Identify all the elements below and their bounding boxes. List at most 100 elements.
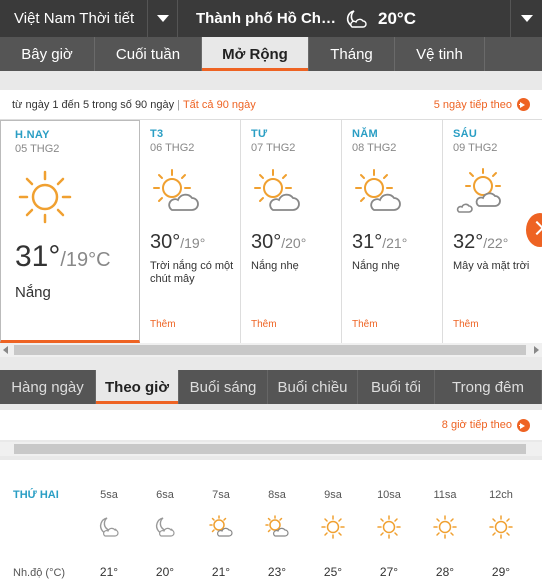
next-hours-link[interactable]: 8 giờ tiếp theo <box>0 410 542 440</box>
hourly-scrollbar[interactable] <box>0 442 542 456</box>
city-selector[interactable]: Thành phố Hồ Chí ... 20°C <box>178 0 510 37</box>
hourly-tabs: Hàng ngày Theo giờ Buổi sáng Buổi chiều … <box>0 370 542 404</box>
city-name: Thành phố Hồ Chí ... <box>196 10 336 27</box>
tab-label: Vệ tinh <box>416 45 463 63</box>
divider: | <box>177 98 180 111</box>
tab-label: Buổi sáng <box>189 378 257 396</box>
sun-cloud-icon <box>264 514 290 540</box>
hourly-day-label: THỨ HAI <box>13 489 59 501</box>
high-temp: 31° <box>352 231 383 253</box>
hour-temperature: 27° <box>379 565 399 579</box>
moon-cloud-icon <box>152 514 178 540</box>
tab-afternoon[interactable]: Buổi chiều <box>268 370 358 404</box>
scrollbar-thumb[interactable] <box>14 444 526 454</box>
tab-label: Tháng <box>330 45 373 63</box>
tab-now[interactable]: Bây giờ <box>0 37 95 71</box>
tab-label: Theo giờ <box>105 378 169 396</box>
hour-time: 9sa <box>324 489 342 501</box>
scrollbar-thumb[interactable] <box>14 345 526 355</box>
region-label: Việt Nam Thời tiết <box>14 10 135 27</box>
tab-weekend[interactable]: Cuối tuần <box>95 37 202 71</box>
all-days-link[interactable]: Tất cả 90 ngày <box>183 99 256 111</box>
more-link[interactable]: Thêm <box>150 319 176 330</box>
day-name: TƯ <box>251 128 268 140</box>
tab-evening[interactable]: Buổi tối <box>358 370 435 404</box>
day-temperatures: 31°/19°C <box>15 240 139 274</box>
low-temp: /20° <box>281 235 307 251</box>
scroll-left-icon[interactable] <box>3 346 8 354</box>
more-link[interactable]: Thêm <box>251 319 277 330</box>
more-link[interactable]: Thêm <box>453 319 479 330</box>
low-temp: /19° <box>180 235 206 251</box>
region-selector[interactable]: Việt Nam Thời tiết <box>0 0 148 37</box>
day-card[interactable]: NĂM 08 THG2 31°/21° Nắng nhẹ Thêm <box>342 120 443 343</box>
low-temp: /22° <box>483 235 509 251</box>
day-card[interactable]: TƯ 07 THG2 30°/20° Nắng nhẹ Thêm <box>241 120 342 343</box>
day-card-today[interactable]: H.NAY 05 THG2 31°/19°C Nắng <box>0 120 140 343</box>
sun-icon <box>432 514 458 540</box>
tab-label: Buổi tối <box>370 378 422 396</box>
high-temp: 31° <box>15 240 61 273</box>
day-description: Nắng nhẹ <box>251 260 299 272</box>
day-temperatures: 31°/21° <box>352 231 442 254</box>
day-description: Trời nắng có một chút mây <box>150 260 234 285</box>
tab-month[interactable]: Tháng <box>309 37 395 71</box>
more-link[interactable]: Thêm <box>352 319 378 330</box>
sun-cloud-icon <box>208 514 234 540</box>
tab-label: Buổi chiều <box>277 378 348 396</box>
city-dropdown-button[interactable] <box>510 0 542 37</box>
tab-label: Cuối tuần <box>115 45 181 63</box>
range-text: từ ngày 1 đến 5 trong số 90 ngày <box>12 98 175 111</box>
sun-cloud-icon <box>456 168 501 213</box>
hour-temperature: 23° <box>267 565 287 579</box>
tab-extended[interactable]: Mở Rộng <box>202 37 309 71</box>
day-name: H.NAY <box>15 129 50 141</box>
tab-hourly[interactable]: Theo giờ <box>96 370 179 404</box>
tab-label: Bây giờ <box>21 45 73 63</box>
tab-morning[interactable]: Buổi sáng <box>179 370 268 404</box>
scroll-right-icon[interactable] <box>534 346 539 354</box>
region-dropdown-button[interactable] <box>148 0 178 37</box>
daily-scrollbar[interactable] <box>0 343 542 357</box>
hour-time: 12ch <box>489 489 513 501</box>
day-card[interactable]: T3 06 THG2 30°/19° Trời nắng có một chút… <box>140 120 241 343</box>
temperature-row-label: Nh.độ (°C) <box>13 567 66 579</box>
caret-down-icon <box>156 15 169 22</box>
next-days-label: 5 ngày tiếp theo <box>433 98 512 111</box>
daily-forecast-strip: H.NAY 05 THG2 31°/19°C Nắng T3 06 THG2 3… <box>0 120 542 343</box>
hour-temperature: 20° <box>155 565 175 579</box>
tab-daily[interactable]: Hàng ngày <box>0 370 96 404</box>
high-temp: 30° <box>150 231 181 253</box>
sun-icon <box>18 170 72 224</box>
tab-label: Mở Rộng <box>222 45 288 63</box>
moon-cloud-icon <box>346 9 367 28</box>
day-date: 09 THG2 <box>453 142 498 154</box>
hour-time: 11sa <box>433 489 457 501</box>
arrow-right-icon <box>517 418 530 432</box>
next-days-link[interactable]: 5 ngày tiếp theo <box>434 98 530 111</box>
sun-cloud-icon <box>254 169 300 211</box>
hour-time: 5sa <box>100 489 118 501</box>
main-tabs: Bây giờ Cuối tuần Mở Rộng Tháng Vệ tinh <box>0 37 542 71</box>
high-temp: 30° <box>251 231 282 253</box>
tab-satellite[interactable]: Vệ tinh <box>395 37 485 71</box>
hour-temperature: 29° <box>491 565 511 579</box>
hour-time: 8sa <box>268 489 286 501</box>
low-temp: /19°C <box>60 249 111 271</box>
top-bar: Việt Nam Thời tiết Thành phố Hồ Chí ... … <box>0 0 542 37</box>
day-temperatures: 30°/20° <box>251 231 341 254</box>
hour-temperature: 21° <box>211 565 231 579</box>
current-temperature: 20°C <box>378 8 416 28</box>
next-hours-label: 8 giờ tiếp theo <box>441 419 512 431</box>
hourly-forecast-table: THỨ HAI Nh.độ (°C) 5sa 21° 6sa 20° 7sa 21° 8sa… <box>0 460 542 586</box>
hour-temperature: 21° <box>99 565 119 579</box>
day-date: 08 THG2 <box>352 142 397 154</box>
sun-icon <box>376 514 402 540</box>
chevron-right-icon <box>529 220 542 236</box>
hour-time: 6sa <box>156 489 174 501</box>
day-description: Nắng nhẹ <box>352 260 400 272</box>
hour-time: 7sa <box>212 489 230 501</box>
moon-cloud-icon <box>96 514 122 540</box>
tab-overnight[interactable]: Trong đêm <box>435 370 542 404</box>
tab-label: Hàng ngày <box>11 378 84 396</box>
